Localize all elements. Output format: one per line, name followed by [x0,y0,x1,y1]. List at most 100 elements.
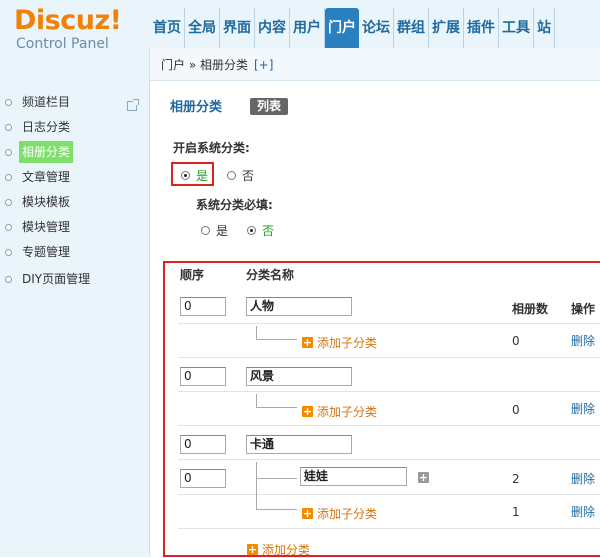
add-subcategory-button[interactable]: + 添加子分类 [302,334,377,351]
external-link-icon[interactable] [127,99,139,111]
sidebar-item-label: 相册分类 [19,141,74,163]
sidebar-item-channels[interactable]: 频道栏目 [5,91,73,113]
divider [178,323,600,324]
bullet-icon [5,198,12,206]
radio-label: 是 [196,169,209,183]
category-name-input[interactable]: 风景 [246,367,352,386]
nav-plugins[interactable]: 插件 [464,8,499,48]
nav-site[interactable]: 站 [534,8,555,48]
category-name-input[interactable]: 卡通 [246,435,352,454]
required-no-radio[interactable]: 否 [247,222,274,239]
enable-system-category-label: 开启系统分类: [173,141,250,155]
required-yes-radio[interactable]: 是 [201,222,228,239]
album-count: 0 [512,334,520,348]
nav-global[interactable]: 全局 [185,8,220,48]
radio-label: 否 [262,224,275,238]
radio-label: 是 [216,224,229,238]
logo-title: Discuz! [14,5,122,36]
sidebar-item-topics[interactable]: 专题管理 [5,241,73,263]
add-subcategory-label: 添加子分类 [317,507,378,521]
nav-extend[interactable]: 扩展 [429,8,464,48]
sidebar-item-label: 专题管理 [22,245,71,259]
nav-interface[interactable]: 界面 [220,8,255,48]
header-order: 顺序 [180,268,205,282]
order-input[interactable]: 0 [180,297,226,316]
delete-link[interactable]: 删除 [571,503,595,520]
divider [178,459,600,460]
radio-checked-icon [247,226,256,235]
header-ops: 操作 [571,302,596,316]
delete-link[interactable]: 删除 [571,400,595,417]
header-name: 分类名称 [246,268,295,282]
add-subcategory-button[interactable]: + 添加子分类 [302,505,377,522]
enable-yes-radio[interactable]: 是 [181,167,208,184]
divider [178,425,600,426]
add-category-button[interactable]: + 添加分类 [247,541,310,558]
radio-unchecked-icon [227,171,236,180]
sidebar-item-label: 频道栏目 [22,95,71,109]
sidebar-item-articles[interactable]: 文章管理 [5,166,73,188]
radio-label: 否 [242,169,255,183]
sidebar-item-label: 文章管理 [22,170,71,184]
sidebar-item-blog-categories[interactable]: 日志分类 [5,116,73,138]
enable-no-radio[interactable]: 否 [227,167,254,184]
top-nav: 首页 全局 界面 内容 用户 门户 论坛 群组 扩展 插件 工具 站 [150,8,555,48]
tree-connector [256,478,297,510]
sidebar-item-label: 模块模板 [22,195,71,209]
child-album-count: 2 [512,472,520,486]
child-order-input[interactable]: 0 [180,469,226,488]
list-button[interactable]: 列表 [250,98,289,115]
add-subcategory-label: 添加子分类 [317,336,378,350]
add-subcategory-button[interactable]: + 添加子分类 [302,403,377,420]
nav-forum[interactable]: 论坛 [359,8,394,48]
bullet-icon [5,248,12,256]
nav-portal[interactable]: 门户 [325,8,359,48]
radio-unchecked-icon [201,226,210,235]
delete-link[interactable]: 删除 [571,332,595,349]
sidebar-item-label: DIY页面管理 [22,272,91,286]
tree-connector [256,326,297,340]
bullet-icon [5,123,12,131]
child-name-input[interactable]: 娃娃 [300,467,407,486]
divider [178,357,600,358]
divider [178,494,600,495]
category-name-input[interactable]: 人物 [246,297,352,316]
plus-icon: + [247,543,258,556]
sidebar-item-label: 模块管理 [22,220,71,234]
header: Discuz! Control Panel 首页 全局 界面 内容 用户 门户 … [0,0,600,52]
breadcrumb-add-button[interactable]: [+] [254,58,273,72]
bullet-icon [5,223,12,231]
breadcrumb: 门户 » 相册分类 [+] [150,48,600,81]
bullet-icon [5,148,12,156]
plus-icon: + [302,405,313,418]
radio-checked-icon [181,171,190,180]
sidebar-item-blocks[interactable]: 模块管理 [5,216,73,238]
required-system-category-label: 系统分类必填: [196,198,273,212]
plus-icon: + [302,336,313,349]
tree-connector [256,394,297,408]
header-count: 相册数 [512,302,549,316]
nav-content[interactable]: 内容 [255,8,290,48]
plus-icon: + [302,507,313,520]
nav-tools[interactable]: 工具 [499,8,534,48]
nav-home[interactable]: 首页 [150,8,185,48]
logo[interactable]: Discuz! Control Panel [14,5,122,53]
divider [178,391,600,392]
bullet-icon [5,275,12,283]
nav-groups[interactable]: 群组 [394,8,429,48]
order-input[interactable]: 0 [180,435,226,454]
sidebar-item-label: 日志分类 [22,120,71,134]
album-count: 0 [512,403,520,417]
divider [178,528,600,529]
add-child-plus-icon[interactable]: + [418,472,429,483]
album-count: 1 [512,505,520,519]
breadcrumb-path[interactable]: 门户 » 相册分类 [161,58,248,72]
sidebar-item-diy-pages[interactable]: DIY页面管理 [5,268,93,290]
nav-users[interactable]: 用户 [290,8,325,48]
order-input[interactable]: 0 [180,367,226,386]
add-subcategory-label: 添加子分类 [317,405,378,419]
bullet-icon [5,98,12,106]
sidebar-item-album-categories[interactable]: 相册分类 [5,141,74,163]
child-delete-link[interactable]: 删除 [571,470,595,487]
sidebar-item-block-templates[interactable]: 模块模板 [5,191,73,213]
